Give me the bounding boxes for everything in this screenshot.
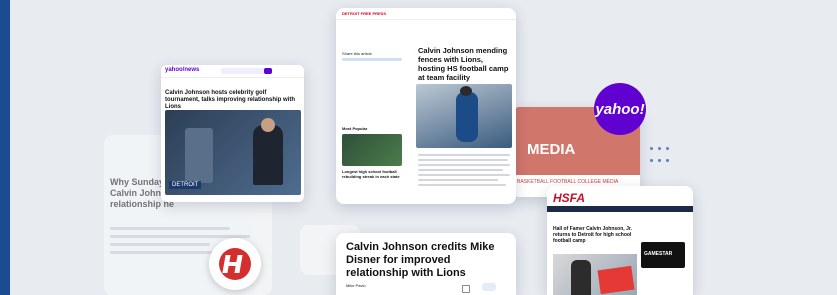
freep-headline[interactable]: Calvin Johnson mending fences with Lions…	[418, 46, 510, 82]
hsfa-card[interactable]: HSFA Hall of Famer Calvin Johnson, Jr. r…	[547, 186, 693, 295]
freep-popular-item[interactable]: Longest high school football rebuilding …	[342, 169, 404, 179]
left-accent-stripe	[0, 0, 10, 295]
yahoo-logo-text: yahoo!	[595, 100, 645, 118]
decorative-dot-grid	[650, 147, 670, 167]
collage-canvas: Why Sunday Calvin Johnson relationship h…	[0, 0, 837, 295]
bottom-headline[interactable]: Calvin Johnson credits Mike Disner for i…	[346, 241, 510, 280]
freep-most-popular: Most Popular	[342, 126, 368, 131]
yahoo-news-card[interactable]: yahoo/news Calvin Johnson hosts celebrit…	[161, 65, 304, 202]
hsfa-photo[interactable]	[553, 254, 637, 295]
video-caption: DETROIT	[169, 181, 202, 189]
hsfa-ad-text: GAMESTAR	[644, 251, 673, 257]
freep-share-label: Share this article	[342, 51, 372, 56]
hsfa-ad[interactable]: GAMESTAR	[641, 242, 685, 268]
share-icon[interactable]	[462, 285, 470, 293]
yahoo-headline[interactable]: Calvin Johnson hosts celebrity golf tour…	[165, 90, 299, 111]
h-logo-icon	[219, 248, 251, 280]
yahoo-logo: yahoo!	[594, 83, 646, 135]
hsfa-logo[interactable]: HSFA	[553, 191, 585, 205]
bottom-byline: Mike Pavlo	[346, 283, 366, 288]
media-logo: MEDIA	[527, 141, 576, 158]
bottom-article-card[interactable]: Calvin Johnson credits Mike Disner for i…	[336, 233, 516, 295]
media-nav[interactable]: BASKETBALL FOOTBALL COLLEGE MEDIA	[517, 179, 618, 185]
hsfa-nav-bar[interactable]	[547, 206, 693, 212]
freep-hero-photo[interactable]	[416, 84, 512, 148]
comment-icon[interactable]	[482, 283, 496, 291]
h-logo	[209, 238, 261, 290]
yahoo-news-logo[interactable]: yahoo/news	[165, 67, 199, 73]
yahoo-video[interactable]: DETROIT	[165, 110, 301, 195]
freep-popular-photo[interactable]	[342, 134, 402, 166]
yahoo-search-button[interactable]	[264, 68, 272, 74]
freep-logo[interactable]: DETROIT FREE PRESS	[342, 11, 386, 16]
hsfa-headline[interactable]: Hall of Famer Calvin Johnson, Jr. return…	[553, 226, 633, 244]
freep-card[interactable]: DETROIT FREE PRESS Share this article Ca…	[336, 8, 516, 204]
